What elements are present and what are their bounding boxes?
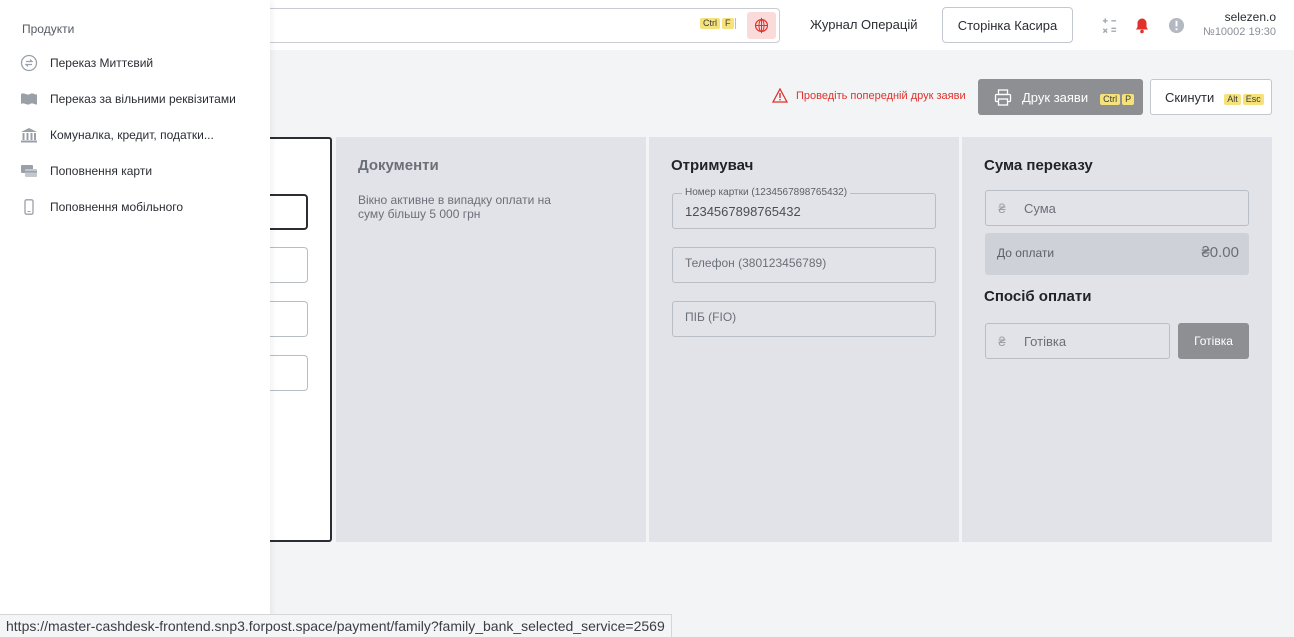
- print-shortcut: Ctrl P: [1098, 90, 1135, 105]
- amount-due-label: До оплати: [997, 246, 1055, 260]
- search-shortcut: Ctrl F: [698, 13, 734, 31]
- full-name-placeholder: ПІБ (FIO): [685, 310, 737, 324]
- sidebar-title: Продукти: [22, 22, 75, 36]
- user-meta: №10002 19:30: [1203, 26, 1276, 38]
- sidebar-item-mobile-topup[interactable]: Поповнення мобільного: [20, 199, 183, 215]
- instant-transfer-icon: [20, 54, 38, 72]
- calculator-icon[interactable]: [1100, 16, 1118, 34]
- user-name[interactable]: selezen.o: [1225, 10, 1276, 24]
- card-number-value: 1234567898765432: [685, 204, 801, 219]
- cashier-page-button[interactable]: Сторінка Касира: [942, 7, 1073, 43]
- search-separator: [735, 18, 736, 29]
- sidebar-item-label: Поповнення мобільного: [50, 200, 184, 214]
- sidebar-item-free-details-transfer[interactable]: Переказ за вільними реквізитами: [20, 91, 236, 107]
- print-label: Друк заяви: [1022, 89, 1089, 105]
- print-warning: Проведіть попередній друк заяви: [772, 88, 966, 103]
- operations-log-link[interactable]: Журнал Операцій: [810, 17, 918, 32]
- hryvnia-icon: ₴: [998, 333, 1006, 349]
- alert-info-icon[interactable]: [1167, 16, 1185, 34]
- link-status-bar: https://master-cashdesk-frontend.snp3.fo…: [0, 614, 672, 637]
- sidebar-item-card-topup[interactable]: Поповнення карти: [20, 163, 152, 179]
- bank-icon: [20, 127, 38, 143]
- notification-bell-icon[interactable]: [1133, 16, 1151, 34]
- hryvnia-icon: ₴: [998, 200, 1006, 216]
- amount-due: До оплати ₴0.00: [985, 233, 1249, 275]
- payment-method-title: Спосіб оплати: [984, 288, 1092, 305]
- documents-title: Документи: [358, 157, 439, 174]
- payment-method-value: Готівка: [1024, 333, 1067, 349]
- sidebar-item-instant-transfer[interactable]: Переказ Миттєвий: [20, 54, 154, 72]
- full-name-field[interactable]: ПІБ (FIO): [672, 301, 936, 337]
- card-number-legend: Номер картки (1234567898765432): [682, 187, 851, 198]
- card-number-field[interactable]: Номер картки (1234567898765432) 12345678…: [672, 187, 936, 229]
- sidebar-item-utilities[interactable]: Комуналка, кредит, податки...: [20, 127, 214, 143]
- sidebar-item-label: Переказ за вільними реквізитами: [50, 92, 236, 106]
- products-sidebar: Продукти Переказ Миттєвий Переказ за віл…: [0, 0, 270, 637]
- transfer-sum-title: Сума переказу: [984, 157, 1093, 174]
- amount-due-value: ₴0.00: [1201, 244, 1239, 261]
- phone-placeholder: Телефон (380123456789): [685, 256, 827, 270]
- documents-panel: Документи Вікно активне в випадку оплати…: [336, 137, 646, 542]
- sidebar-item-label: Переказ Миттєвий: [50, 56, 154, 70]
- print-application-button[interactable]: Друк заяви Ctrl P: [978, 79, 1143, 115]
- printer-icon: [994, 88, 1012, 106]
- recipient-title: Отримувач: [671, 157, 754, 174]
- reset-button[interactable]: Скинути Alt Esc: [1150, 79, 1272, 115]
- sum-placeholder: Сума: [1024, 200, 1056, 216]
- search-input[interactable]: Ctrl F: [250, 8, 780, 43]
- flag-icon: [20, 91, 38, 107]
- sidebar-item-label: Комуналка, кредит, податки...: [50, 128, 214, 142]
- mobile-icon: [20, 199, 38, 215]
- card-icon: [20, 163, 38, 179]
- payment-method-input[interactable]: ₴ Готівка: [985, 323, 1170, 359]
- phone-field[interactable]: Телефон (380123456789): [672, 247, 936, 283]
- reset-label: Скинути: [1165, 89, 1215, 105]
- transfer-sum-panel: Сума переказу ₴ Сума До оплати ₴0.00 Спо…: [962, 137, 1272, 542]
- globe-icon[interactable]: [747, 12, 776, 39]
- sidebar-item-label: Поповнення карти: [50, 164, 153, 178]
- reset-shortcut: Alt Esc: [1222, 90, 1264, 105]
- warning-triangle-icon: [772, 88, 788, 103]
- cash-payment-button[interactable]: Готівка: [1178, 323, 1249, 359]
- documents-note: Вікно активне в випадку оплати на суму б…: [358, 193, 551, 221]
- recipient-panel: Отримувач Номер картки (1234567898765432…: [649, 137, 959, 542]
- print-warning-text: Проведіть попередній друк заяви: [796, 89, 966, 102]
- sum-input[interactable]: ₴ Сума: [985, 190, 1249, 226]
